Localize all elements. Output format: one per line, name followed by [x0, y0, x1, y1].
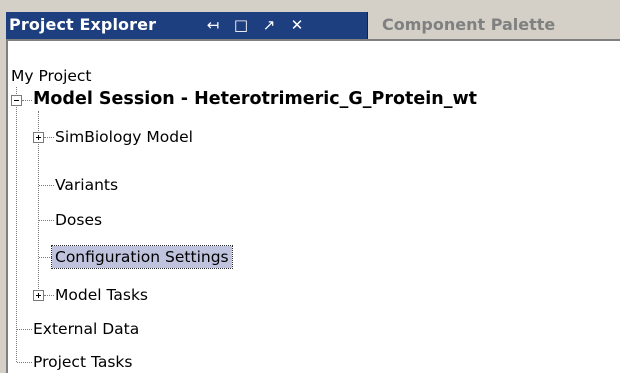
tree-node-variants[interactable]: Variants	[55, 174, 118, 196]
tab-project-explorer-label: Project Explorer	[9, 15, 157, 34]
tree-connector	[39, 185, 54, 186]
expand-icon[interactable]	[33, 290, 44, 301]
tab-component-palette-label: Component Palette	[382, 15, 556, 34]
panel-tab-bar: Project Explorer ↤ □ ↗ ✕ Component Palet…	[0, 0, 620, 39]
tab-component-palette[interactable]: Component Palette	[369, 12, 605, 39]
tree-connector	[39, 220, 54, 221]
tree-node-my-project[interactable]: My Project	[11, 65, 92, 87]
project-explorer-tree[interactable]: My Project Model Session - Heterotrimeri…	[6, 39, 620, 373]
tree-node-model-tasks[interactable]: Model Tasks	[55, 284, 148, 306]
undock-icon[interactable]: ↗	[258, 15, 280, 35]
expand-icon[interactable]	[33, 132, 44, 143]
collapse-icon[interactable]	[11, 95, 22, 106]
tab-project-explorer[interactable]: Project Explorer ↤ □ ↗ ✕	[6, 12, 368, 39]
tree-node-configuration-settings[interactable]: Configuration Settings	[51, 245, 233, 269]
tree-node-doses[interactable]: Doses	[55, 209, 102, 231]
tree-node-external-data[interactable]: External Data	[33, 318, 139, 340]
tree-connector	[39, 257, 52, 258]
tree-node-simbiology-model[interactable]: SimBiology Model	[55, 126, 193, 148]
tree-connector	[16, 87, 17, 362]
maximize-icon[interactable]: □	[230, 15, 252, 35]
tree-connector	[17, 362, 32, 363]
tree-connector	[22, 100, 32, 101]
pin-icon[interactable]: ↤	[202, 15, 224, 35]
tree-node-project-tasks[interactable]: Project Tasks	[33, 351, 133, 373]
tree-node-model-session[interactable]: Model Session - Heterotrimeric_G_Protein…	[33, 88, 477, 110]
tree-connector	[44, 295, 54, 296]
close-icon[interactable]: ✕	[286, 15, 308, 35]
tree-connector	[17, 329, 32, 330]
tree-connector	[44, 137, 54, 138]
